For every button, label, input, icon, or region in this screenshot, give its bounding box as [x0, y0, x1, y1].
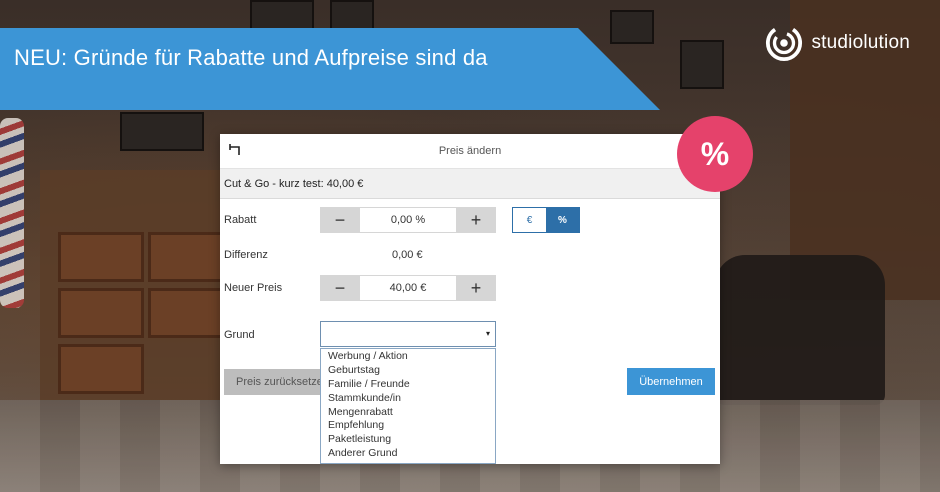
unit-toggle: € % [512, 207, 580, 233]
grund-label: Grund [224, 329, 255, 341]
dropdown-option[interactable]: Werbung / Aktion [321, 350, 495, 364]
neuer-preis-plus-button[interactable]: + [456, 275, 496, 301]
studiolution-logo: studiolution [765, 24, 910, 62]
differenz-value: 0,00 € [392, 249, 423, 261]
rabatt-plus-button[interactable]: + [456, 207, 496, 233]
service-label: Cut & Go - kurz test: 40,00 € [224, 177, 364, 190]
price-change-dialog: Preis ändern Cut & Go - kurz test: 40,00… [220, 134, 720, 465]
swirl-logo-icon [766, 24, 803, 62]
accept-button[interactable]: Übernehmen [627, 368, 715, 395]
wall-frame [610, 10, 654, 44]
euro-toggle-button[interactable]: € [513, 208, 546, 232]
neuer-preis-minus-button[interactable]: − [320, 275, 360, 301]
drawer [148, 232, 224, 282]
dropdown-option[interactable]: Mengenrabatt [321, 406, 495, 420]
logo-text: studiolution [811, 32, 910, 53]
dropdown-option[interactable]: Geburtstag [321, 364, 495, 378]
drawer [58, 288, 144, 338]
reset-price-button[interactable]: Preis zurücksetzen [224, 369, 324, 395]
service-info: Cut & Go - kurz test: 40,00 € [220, 169, 720, 199]
grund-select[interactable]: ▾ [320, 321, 496, 347]
drawer [58, 232, 144, 282]
dialog-header: Preis ändern [220, 134, 720, 169]
rabatt-input[interactable]: 0,00 % [360, 207, 456, 233]
neuer-preis-label: Neuer Preis [224, 282, 283, 294]
dropdown-option[interactable]: Familie / Freunde [321, 378, 495, 392]
dropdown-option[interactable]: Paketleistung [321, 433, 495, 447]
rabatt-minus-button[interactable]: − [320, 207, 360, 233]
dropdown-option[interactable]: Empfehlung [321, 419, 495, 433]
rabatt-label: Rabatt [224, 214, 257, 226]
percent-toggle-button[interactable]: % [546, 208, 579, 232]
banner-text: NEU: Gründe für Rabatte und Aufpreise si… [14, 45, 488, 70]
neuer-preis-input[interactable]: 40,00 € [360, 275, 456, 301]
differenz-label: Differenz [224, 249, 268, 261]
grund-dropdown-list: Werbung / Aktion Geburtstag Familie / Fr… [320, 348, 496, 465]
dropdown-option[interactable]: Anderer Grund [321, 447, 495, 461]
dropdown-option[interactable]: Stammkunde/in [321, 392, 495, 406]
wall-frame [680, 40, 724, 89]
dialog-title: Preis ändern [438, 145, 502, 157]
neuer-preis-stepper: − 40,00 € + [320, 275, 496, 301]
percent-badge: % [677, 116, 753, 192]
barber-chair [715, 255, 885, 405]
chevron-down-icon: ▾ [485, 329, 490, 338]
barber-pole [0, 118, 24, 308]
rabatt-stepper: − 0,00 % + [320, 207, 496, 233]
drawer [148, 288, 224, 338]
wall-frame [120, 112, 204, 151]
drawer [58, 344, 144, 394]
